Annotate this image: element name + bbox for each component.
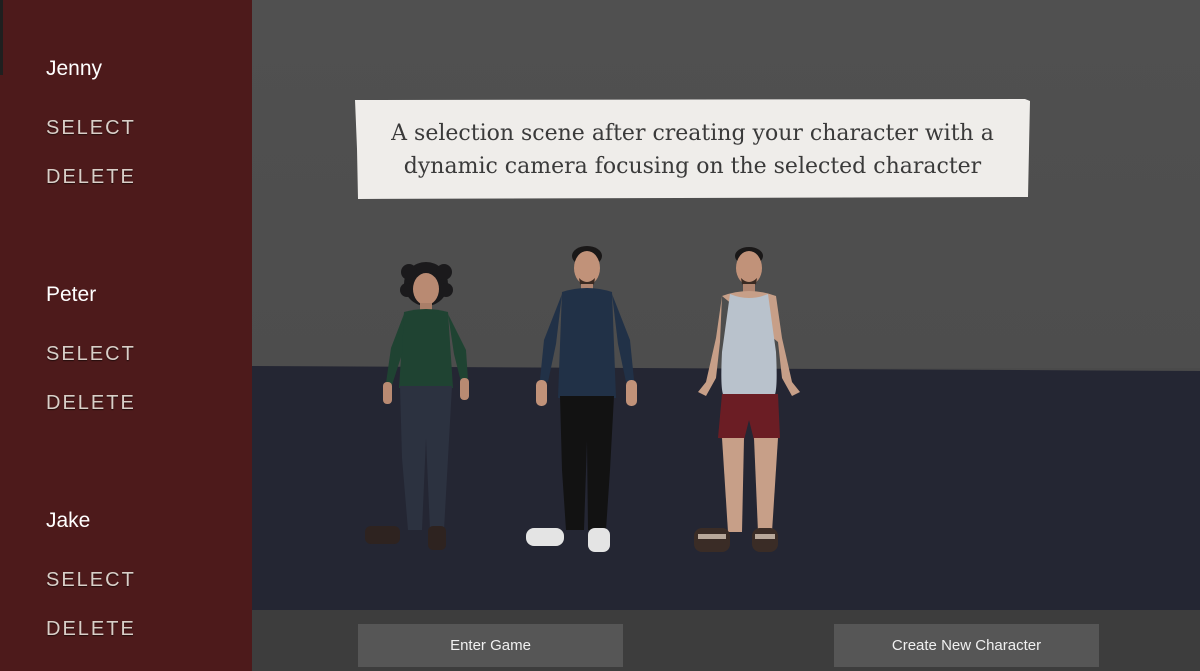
- delete-character-button[interactable]: DELETE: [46, 392, 136, 415]
- select-character-button[interactable]: SELECT: [46, 569, 136, 592]
- character-model-jenny[interactable]: [356, 258, 486, 558]
- caption-note: A selection scene after creating your ch…: [355, 99, 1030, 199]
- panel-edge: [0, 0, 3, 75]
- character-name: Jenny: [46, 57, 103, 80]
- character-model-jake[interactable]: [684, 242, 814, 562]
- create-new-character-button[interactable]: Create New Character: [834, 624, 1099, 667]
- bottom-action-bar: Enter Game Create New Character: [252, 610, 1200, 671]
- select-character-button[interactable]: SELECT: [46, 117, 136, 140]
- character-model-peter[interactable]: [522, 240, 652, 560]
- character-name: Jake: [46, 509, 91, 532]
- enter-game-button[interactable]: Enter Game: [358, 624, 623, 667]
- select-character-button[interactable]: SELECT: [46, 343, 136, 366]
- caption-line: A selection scene after creating your ch…: [391, 121, 994, 146]
- caption-line: dynamic camera focusing on the selected …: [403, 154, 982, 179]
- delete-character-button[interactable]: DELETE: [46, 618, 136, 641]
- character-preview-scene: A selection scene after creating your ch…: [252, 0, 1200, 671]
- character-entry-jenny: Jenny SELECT DELETE: [46, 57, 134, 188]
- delete-character-button[interactable]: DELETE: [46, 166, 136, 189]
- character-list-panel: Jenny SELECT DELETE Peter SELECT DELETE …: [0, 0, 252, 671]
- character-entry-peter: Peter SELECT DELETE: [46, 283, 134, 414]
- character-name: Peter: [46, 283, 97, 306]
- character-entry-jake: Jake SELECT DELETE: [46, 509, 134, 640]
- caption-text: A selection scene after creating your ch…: [355, 117, 1030, 183]
